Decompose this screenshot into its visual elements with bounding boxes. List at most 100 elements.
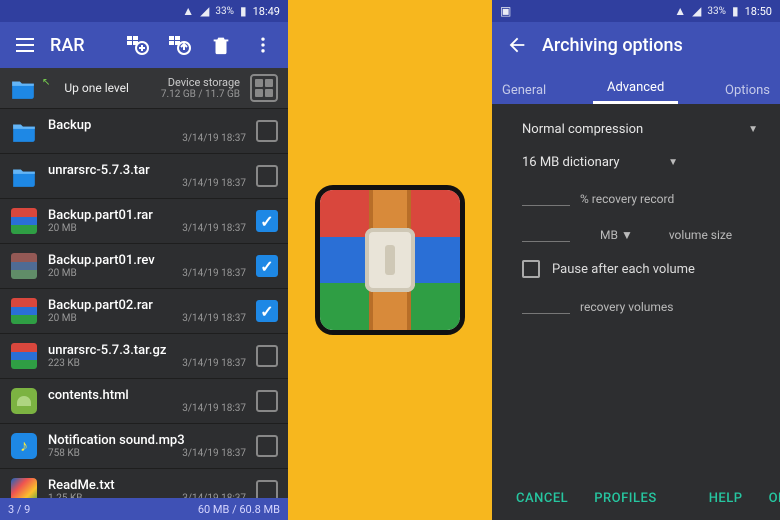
volume-size-row: MB ▼ volume size — [522, 224, 758, 242]
file-checkbox[interactable] — [256, 345, 278, 367]
file-checkbox[interactable] — [256, 210, 278, 232]
status-bar: ▣ ▲ ◢ 33% ▮ 18:50 — [492, 0, 780, 22]
apk-icon — [10, 387, 38, 415]
page-title: Archiving options — [542, 35, 683, 56]
file-name: unrarsrc-5.7.3.tar.gz — [48, 343, 246, 358]
chevron-down-icon: ▼ — [621, 228, 633, 242]
archiving-options-panel: ▣ ▲ ◢ 33% ▮ 18:50 Archiving options Gene… — [492, 0, 780, 520]
menu-button[interactable] — [8, 28, 42, 62]
profiles-button[interactable]: PROFILES — [594, 491, 657, 506]
storage-text: Device storage 7.12 GB / 11.7 GB — [139, 76, 240, 100]
rar-icon — [10, 342, 38, 370]
file-row[interactable]: ♪ Notification sound.mp3758 KB 3/14/19 18:… — [0, 424, 288, 469]
help-button[interactable]: HELP — [709, 491, 743, 506]
tab-advanced[interactable]: Advanced — [593, 72, 678, 104]
file-name: Backup — [48, 118, 246, 133]
battery-icon: ▮ — [240, 4, 247, 18]
file-row[interactable]: Backup.part01.rev20 MB 3/14/19 18:37 — [0, 244, 288, 289]
chevron-down-icon: ▼ — [668, 157, 678, 168]
file-name: ReadMe.txt — [48, 478, 246, 493]
signal-icon: ◢ — [692, 4, 701, 18]
volume-size-input[interactable] — [522, 224, 570, 242]
up-label: Up one level — [64, 81, 129, 95]
file-size: 20 MB — [48, 268, 77, 279]
recovery-volumes-input[interactable] — [522, 296, 570, 314]
pause-checkbox-row[interactable]: Pause after each volume — [522, 260, 758, 278]
file-checkbox[interactable] — [256, 120, 278, 142]
clock: 18:50 — [745, 5, 772, 18]
selection-count: 3 / 9 — [8, 503, 30, 516]
file-row[interactable]: Backup.part01.rar20 MB 3/14/19 18:37 — [0, 199, 288, 244]
file-date: 3/14/19 18:37 — [182, 313, 246, 324]
file-name: Backup.part01.rev — [48, 253, 246, 268]
file-checkbox[interactable] — [256, 480, 278, 498]
file-size: 758 KB — [48, 448, 80, 459]
selection-bar: 3 / 9 60 MB / 60.8 MB — [0, 498, 288, 520]
extract-button[interactable] — [162, 28, 196, 62]
file-checkbox[interactable] — [256, 435, 278, 457]
file-row[interactable]: unrarsrc-5.7.3.tar.gz223 KB3/14/19 18:37 — [0, 334, 288, 379]
app-title: RAR — [50, 35, 85, 56]
overflow-button[interactable] — [246, 28, 280, 62]
file-date: 3/14/19 18:37 — [182, 448, 246, 459]
dictionary-select[interactable]: 16 MB dictionary ▼ — [522, 155, 758, 170]
pause-checkbox[interactable] — [522, 260, 540, 278]
ok-button[interactable]: OK — [769, 491, 780, 506]
rar-app-icon — [315, 185, 465, 335]
wifi-icon: ▲ — [674, 4, 686, 18]
file-size: 20 MB — [48, 223, 77, 234]
file-size: 20 MB — [48, 313, 77, 324]
file-date: 3/14/19 18:37 — [182, 133, 246, 144]
mp3-icon: ♪ — [10, 432, 38, 460]
dialog-actions: CANCEL PROFILES HELP OK — [492, 479, 780, 520]
file-checkbox[interactable] — [256, 390, 278, 412]
file-checkbox[interactable] — [256, 255, 278, 277]
file-browser-panel: ▲ ◢ 33% ▮ 18:49 RAR ↖ Up one level Devic… — [0, 0, 288, 520]
file-list: Backup3/14/19 18:37unrarsrc-5.7.3.tar3/1… — [0, 109, 288, 498]
file-date: 3/14/19 18:37 — [182, 178, 246, 189]
file-name: Notification sound.mp3 — [48, 433, 246, 448]
file-date: 3/14/19 18:37 — [182, 223, 246, 234]
img-icon — [10, 477, 38, 498]
tab-general[interactable]: General — [492, 75, 560, 104]
file-row[interactable]: unrarsrc-5.7.3.tar3/14/19 18:37 — [0, 154, 288, 199]
file-name: unrarsrc-5.7.3.tar — [48, 163, 246, 178]
cancel-button[interactable]: CANCEL — [516, 491, 568, 506]
file-row[interactable]: ReadMe.txt1.25 KB3/14/19 18:37 — [0, 469, 288, 498]
file-name: contents.html — [48, 388, 246, 403]
file-checkbox[interactable] — [256, 165, 278, 187]
battery-percent: 33% — [215, 6, 234, 17]
compression-select[interactable]: Normal compression ▼ — [522, 122, 758, 137]
status-bar: ▲ ◢ 33% ▮ 18:49 — [0, 0, 288, 22]
add-archive-button[interactable] — [120, 28, 154, 62]
app-icon-panel — [288, 0, 492, 520]
file-name: Backup.part01.rar — [48, 208, 246, 223]
chevron-down-icon: ▼ — [748, 124, 758, 135]
rar-icon — [10, 207, 38, 235]
file-date: 3/14/19 18:37 — [182, 268, 246, 279]
options-form: Normal compression ▼ 16 MB dictionary ▼ … — [492, 104, 780, 479]
battery-icon: ▮ — [732, 4, 739, 18]
tab-options[interactable]: Options — [711, 75, 780, 104]
app-bar: Archiving options — [492, 22, 780, 68]
recovery-volumes-row: recovery volumes — [522, 296, 758, 314]
screenshot-icon: ▣ — [500, 4, 511, 18]
file-date: 3/14/19 18:37 — [182, 403, 246, 414]
recovery-percent-input[interactable] — [522, 188, 570, 206]
file-row[interactable]: Backup3/14/19 18:37 — [0, 109, 288, 154]
rev-icon — [10, 252, 38, 280]
up-navigation-row[interactable]: ↖ Up one level Device storage 7.12 GB / … — [0, 68, 288, 109]
file-row[interactable]: Backup.part02.rar20 MB3/14/19 18:37 — [0, 289, 288, 334]
file-date: 3/14/19 18:37 — [182, 358, 246, 369]
view-grid-button[interactable] — [250, 74, 278, 102]
battery-percent: 33% — [707, 6, 726, 17]
back-button[interactable] — [500, 28, 534, 62]
wifi-icon: ▲ — [182, 4, 194, 18]
up-arrow-icon: ↖ — [42, 77, 50, 88]
delete-button[interactable] — [204, 28, 238, 62]
file-checkbox[interactable] — [256, 300, 278, 322]
tab-bar: General Advanced Options — [492, 68, 780, 104]
file-row[interactable]: contents.html3/14/19 18:37 — [0, 379, 288, 424]
volume-unit-select[interactable]: MB ▼ — [600, 228, 633, 242]
signal-icon: ◢ — [200, 4, 209, 18]
